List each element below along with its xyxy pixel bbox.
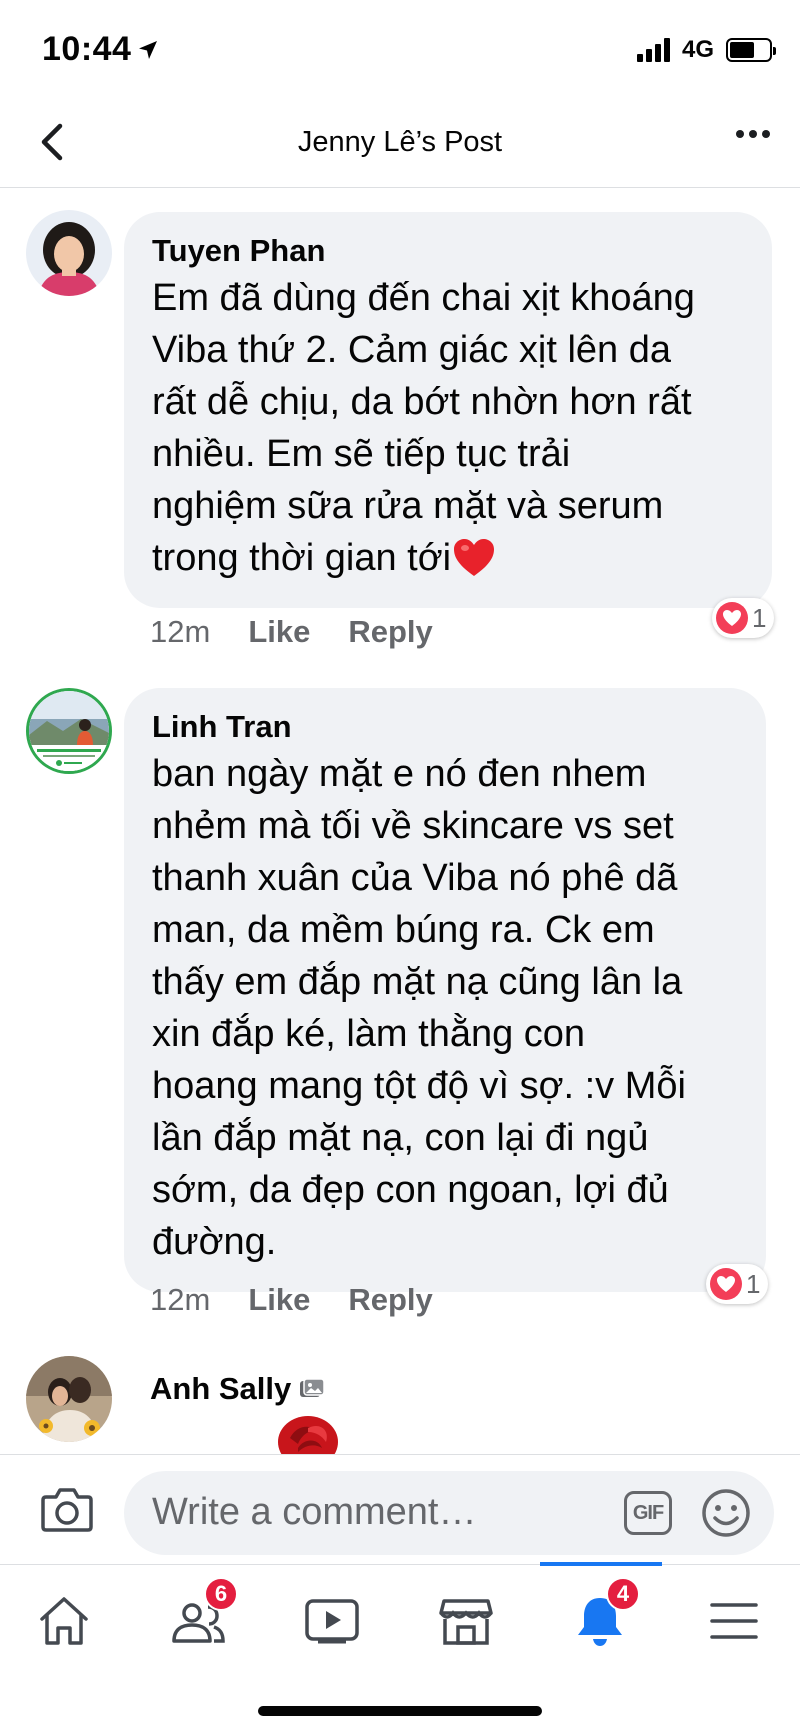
reaction-summary[interactable]: 1 — [712, 598, 775, 638]
comment-text: Em đã dùng đến chai xịt khoáng Viba thứ … — [152, 277, 695, 579]
comment-author[interactable]: Tuyen Phan — [152, 232, 744, 270]
emoji-icon[interactable] — [700, 1487, 752, 1539]
comment-actions: 12m Like Reply — [150, 1282, 433, 1318]
comment-time: 12m — [150, 614, 211, 649]
comment-author[interactable]: Linh Tran — [152, 708, 738, 746]
tab-notifications[interactable]: 4 — [550, 1577, 650, 1659]
reaction-count: 1 — [746, 1268, 761, 1299]
comment-author[interactable]: Anh Sally — [150, 1370, 291, 1408]
comment-placeholder: Write a comment… — [152, 1491, 477, 1533]
reply-button[interactable]: Reply — [348, 614, 432, 650]
photo-badge-icon — [300, 1378, 326, 1397]
page-title: Jenny Lê’s Post — [297, 126, 503, 158]
watch-icon — [305, 1599, 359, 1644]
location-arrow-icon — [139, 40, 158, 59]
menu-icon — [710, 1603, 758, 1639]
active-tab-indicator — [540, 1562, 662, 1566]
tab-marketplace[interactable] — [416, 1583, 516, 1659]
signal-icon — [636, 38, 670, 62]
gif-icon[interactable]: GIF — [624, 1491, 672, 1535]
more-options-icon[interactable] — [736, 130, 770, 138]
tab-watch[interactable] — [282, 1583, 382, 1659]
avatar[interactable] — [26, 688, 112, 774]
notifications-badge: 4 — [606, 1577, 640, 1611]
love-reaction-icon — [710, 1268, 742, 1300]
comment-time: 12m — [150, 1282, 211, 1317]
avatar[interactable] — [26, 1356, 112, 1442]
comment-item: Anh Sally — [0, 1356, 800, 1454]
status-time: 10:44 — [42, 30, 132, 68]
like-button[interactable]: Like — [248, 614, 310, 650]
friends-badge: 6 — [204, 1577, 238, 1611]
post-header: Jenny Lê’s Post — [0, 100, 800, 188]
comment-actions: 12m Like Reply — [150, 614, 433, 650]
network-type: 4G — [681, 36, 714, 63]
tab-menu[interactable] — [684, 1583, 784, 1659]
comment-input[interactable]: Write a comment… GIF — [124, 1471, 774, 1555]
tab-home[interactable] — [14, 1583, 114, 1659]
battery-icon — [726, 38, 776, 62]
tab-friends[interactable]: 6 — [148, 1577, 248, 1659]
rose-sticker-icon — [278, 1416, 338, 1454]
status-bar: 10:44 4G — [0, 0, 800, 100]
reply-button[interactable]: Reply — [348, 1282, 432, 1318]
comment-text: ban ngày mặt e nó đen nhem nhẻm mà tối v… — [152, 753, 686, 1263]
comment-composer: Write a comment… GIF — [0, 1454, 800, 1564]
love-reaction-icon — [716, 602, 748, 634]
reaction-summary[interactable]: 1 — [706, 1264, 769, 1304]
marketplace-icon — [439, 1599, 493, 1645]
bottom-tab-bar: 6 4 — [0, 1562, 800, 1674]
reaction-count: 1 — [752, 602, 767, 633]
comment-bubble[interactable]: Linh Tran ban ngày mặt e nó đen nhem nhẻ… — [124, 688, 766, 1292]
heart-emoji-icon — [454, 539, 495, 576]
home-icon — [40, 1597, 88, 1645]
comment-bubble[interactable]: Tuyen Phan Em đã dùng đến chai xịt khoán… — [124, 212, 772, 608]
home-indicator[interactable] — [258, 1706, 542, 1716]
like-button[interactable]: Like — [248, 1282, 310, 1318]
avatar[interactable] — [26, 210, 112, 296]
camera-icon[interactable] — [40, 1485, 94, 1533]
